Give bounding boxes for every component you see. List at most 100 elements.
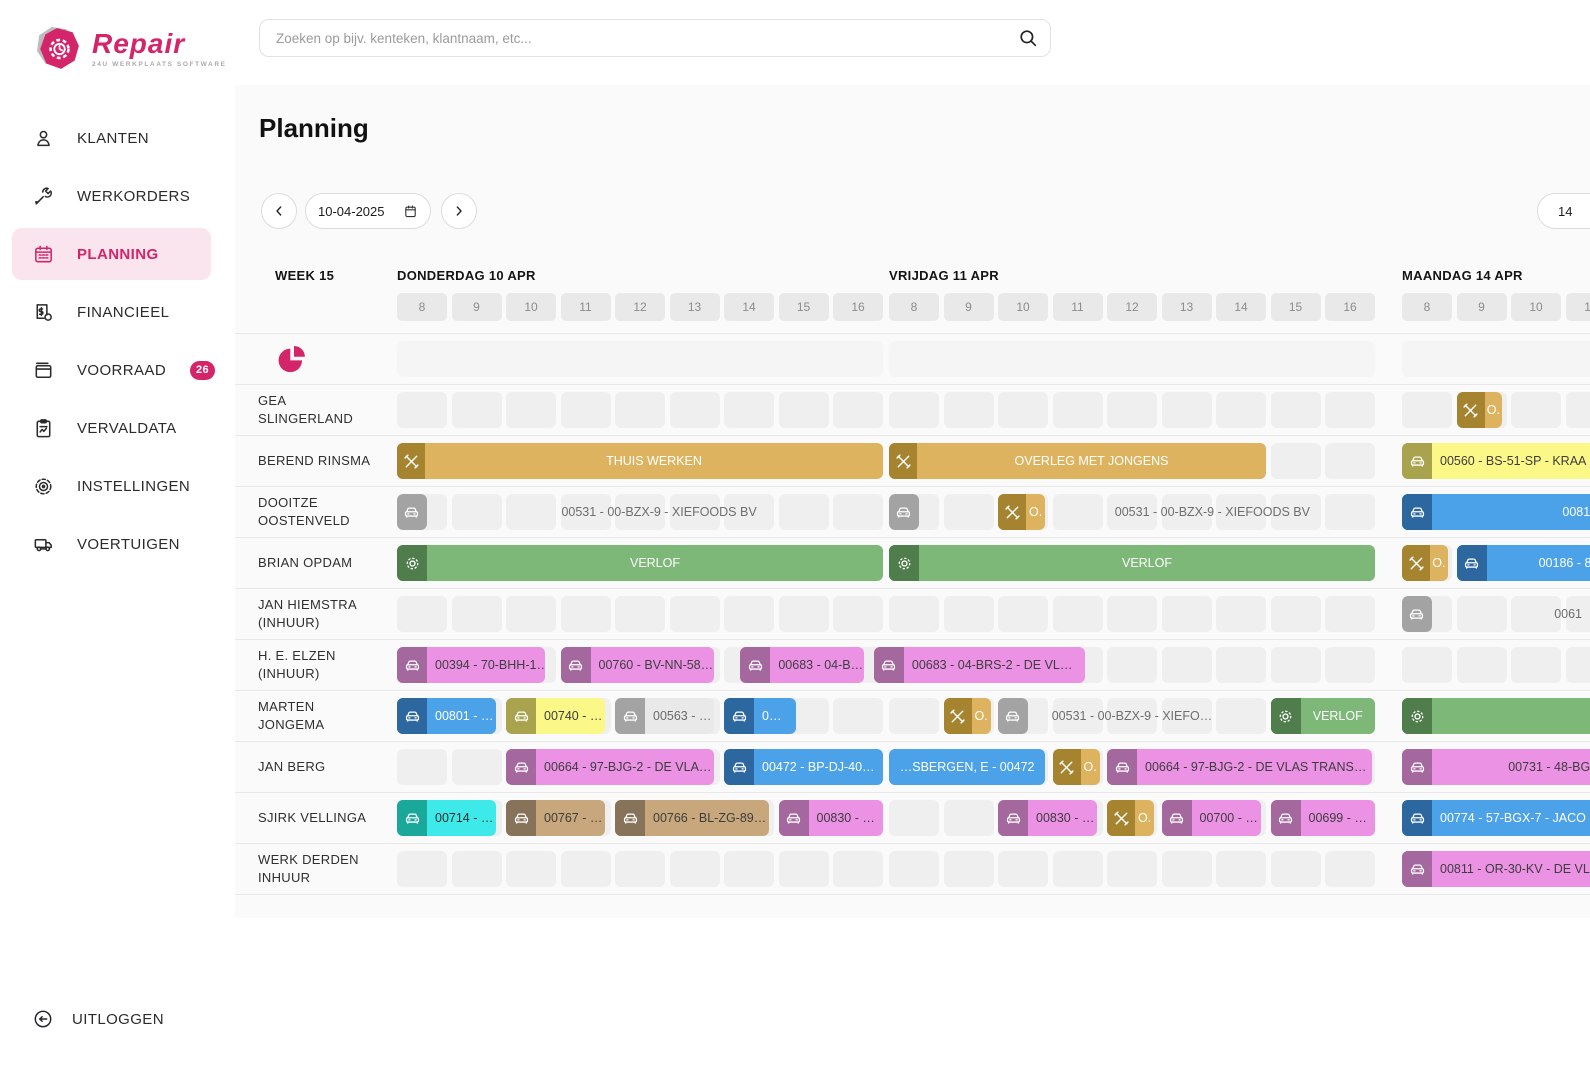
slot-cell[interactable] <box>998 596 1048 632</box>
sidebar-item-financieel[interactable]: FINANCIEEL <box>12 286 211 338</box>
search-input[interactable] <box>259 19 1051 57</box>
slot-cell[interactable] <box>1107 392 1157 428</box>
slot-cell[interactable] <box>1216 851 1266 887</box>
slot-cell[interactable] <box>1162 851 1212 887</box>
task-block[interactable]: O. <box>1107 800 1154 836</box>
slot-cell[interactable] <box>1053 596 1103 632</box>
slot-cell[interactable] <box>889 800 939 836</box>
slot-cell[interactable] <box>1325 647 1375 683</box>
slot-cell[interactable] <box>724 392 774 428</box>
reserved-block[interactable]: 0061 <box>1440 596 1590 632</box>
task-block[interactable]: O. <box>944 698 991 734</box>
slot-cell[interactable] <box>1271 392 1321 428</box>
slot-cell[interactable] <box>615 392 665 428</box>
appointment-block[interactable]: 00664 - 97-BJG-2 - DE VLAS TRANS… <box>1107 749 1372 785</box>
slot-cell[interactable] <box>833 698 883 734</box>
slot-cell[interactable] <box>670 596 720 632</box>
slot-cell[interactable] <box>561 851 611 887</box>
slot-cell[interactable] <box>397 596 447 632</box>
sidebar-item-voorraad[interactable]: VOORRAAD26 <box>12 344 211 396</box>
slot-cell[interactable] <box>1325 596 1375 632</box>
reserved-block[interactable]: 00531 - 00-BZX-9 - XIEFOODS BV <box>435 494 883 530</box>
slot-cell[interactable] <box>833 851 883 887</box>
slot-cell[interactable] <box>1402 392 1452 428</box>
slot-cell[interactable] <box>452 749 502 785</box>
slot-cell[interactable] <box>1511 392 1561 428</box>
slot-cell[interactable] <box>1162 392 1212 428</box>
sidebar-item-werkorders[interactable]: WERKORDERS <box>12 170 211 222</box>
slot-cell[interactable] <box>452 596 502 632</box>
task-block[interactable]: THUIS WERKEN <box>397 443 883 479</box>
slot-cell[interactable] <box>615 596 665 632</box>
sidebar-item-vervaldata[interactable]: VERVALDATA <box>12 402 211 454</box>
appointment-block[interactable]: 00766 - BL-ZG-89… <box>615 800 769 836</box>
appointment-block[interactable]: 00731 - 48-BG <box>1402 749 1590 785</box>
task-block[interactable]: O. <box>1053 749 1100 785</box>
slot-cell[interactable] <box>397 851 447 887</box>
reserved-icon-block[interactable] <box>1402 596 1432 632</box>
appointment-block[interactable]: 00774 - 57-BGX-7 - JACO <box>1402 800 1590 836</box>
appointment-block[interactable]: 00394 - 70-BHH-1… <box>397 647 545 683</box>
slot-cell[interactable] <box>561 596 611 632</box>
slot-cell[interactable] <box>1162 647 1212 683</box>
sidebar-item-instellingen[interactable]: INSTELLINGEN <box>12 460 211 512</box>
slot-cell[interactable] <box>1216 392 1266 428</box>
slot-cell[interactable] <box>397 392 447 428</box>
slot-cell[interactable] <box>1271 443 1321 479</box>
appointment-block[interactable]: 00811 - OR-30-KV - DE VL <box>1402 851 1590 887</box>
leave-block[interactable] <box>1402 698 1590 734</box>
appointment-block[interactable]: 00700 - … <box>1162 800 1261 836</box>
slot-cell[interactable] <box>506 392 556 428</box>
appointment-block[interactable]: …SBERGEN, E - 00472 <box>889 749 1045 785</box>
slot-cell[interactable] <box>1162 596 1212 632</box>
slot-cell[interactable] <box>1107 851 1157 887</box>
sidebar-item-klanten[interactable]: KLANTEN <box>12 112 211 164</box>
slot-cell[interactable] <box>779 851 829 887</box>
logout-button[interactable]: UITLOGGEN <box>32 1008 164 1030</box>
slot-cell[interactable] <box>1511 647 1561 683</box>
slot-cell[interactable] <box>1107 596 1157 632</box>
slot-cell[interactable] <box>944 392 994 428</box>
slot-cell[interactable] <box>998 851 1048 887</box>
slot-cell[interactable] <box>889 392 939 428</box>
slot-cell[interactable] <box>779 596 829 632</box>
appointment-block[interactable]: 00767 - … <box>506 800 605 836</box>
appointment-block[interactable]: 00664 - 97-BJG-2 - DE VLA… <box>506 749 714 785</box>
slot-cell[interactable] <box>944 494 994 530</box>
slot-cell[interactable] <box>1053 851 1103 887</box>
appointment-block[interactable]: 00472 - BP-DJ-40… <box>724 749 883 785</box>
slot-cell[interactable] <box>1566 392 1590 428</box>
task-block[interactable]: O. <box>998 494 1045 530</box>
leave-block[interactable]: VERLOF <box>1271 698 1376 734</box>
reserved-icon-block[interactable] <box>889 494 919 530</box>
slot-cell[interactable] <box>833 596 883 632</box>
leave-block[interactable]: VERLOF <box>889 545 1375 581</box>
slot-cell[interactable] <box>779 392 829 428</box>
sidebar-item-voertuigen[interactable]: VOERTUIGEN <box>12 518 211 570</box>
slot-cell[interactable] <box>889 698 939 734</box>
slot-cell[interactable] <box>944 596 994 632</box>
leave-block[interactable]: VERLOF <box>397 545 883 581</box>
slot-cell[interactable] <box>889 596 939 632</box>
date-input[interactable]: 10-04-2025 <box>305 193 431 229</box>
slot-cell[interactable] <box>397 749 447 785</box>
slot-cell[interactable] <box>1271 647 1321 683</box>
slot-cell[interactable] <box>944 851 994 887</box>
slot-cell[interactable] <box>506 851 556 887</box>
appointment-block[interactable]: 00830 - … <box>998 800 1097 836</box>
appointment-block[interactable]: 00714 - … <box>397 800 496 836</box>
reserved-block[interactable]: 00531 - 00-BZX-9 - XIEFOODS BV <box>1050 494 1375 530</box>
slot-cell[interactable] <box>1325 392 1375 428</box>
appointment-block[interactable]: 00683 - 04-B… <box>740 647 864 683</box>
reserved-icon-block[interactable] <box>397 494 427 530</box>
previous-day-button[interactable] <box>261 193 297 229</box>
slot-cell[interactable] <box>1216 647 1266 683</box>
appointment-block[interactable]: 00683 - 04-BRS-2 - DE VL… <box>874 647 1085 683</box>
appointment-block[interactable]: 00740 - … <box>506 698 605 734</box>
slot-cell[interactable] <box>452 392 502 428</box>
slot-cell[interactable] <box>1566 647 1590 683</box>
slot-cell[interactable] <box>944 800 994 836</box>
appointment-block[interactable]: 0… <box>724 698 796 734</box>
slot-cell[interactable] <box>615 851 665 887</box>
slot-cell[interactable] <box>670 851 720 887</box>
